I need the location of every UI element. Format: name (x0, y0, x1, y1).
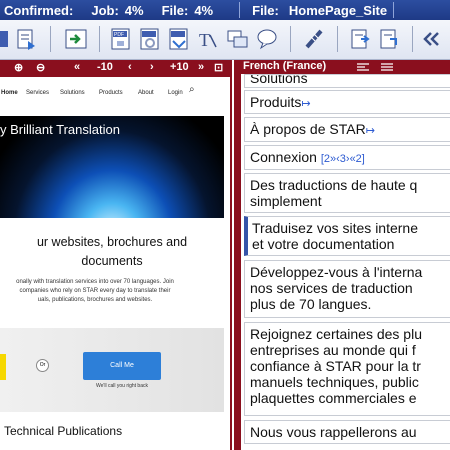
site-nav-login[interactable]: Login (168, 90, 183, 96)
segment-text: Rejoignez certaines des plu (250, 326, 422, 342)
site-nav: Home Services Solutions Products About L… (0, 84, 230, 104)
segment-text: Des traductions de haute q (250, 177, 418, 193)
segment-row-active[interactable]: Traduisez vos sites interne et votre doc… (244, 216, 450, 256)
segment-row[interactable]: Produits↦ (244, 90, 450, 114)
svg-text:PDF: PDF (114, 32, 124, 38)
svg-text:T: T (199, 30, 210, 50)
or-divider: Or (36, 359, 49, 372)
intro-line-2: companies who rely on STAR every day to … (19, 288, 171, 294)
language-bar: French (France) (235, 60, 450, 74)
file-progress: 4% (194, 2, 214, 18)
segment-text: confiance à STAR pour la tr (250, 358, 421, 374)
confirmed-label: Confirmed: (4, 2, 74, 18)
segment-text: Traduisez vos sites interne (252, 220, 418, 236)
confirm-down-icon[interactable] (377, 26, 403, 52)
pdf-preview-icon[interactable] (166, 26, 192, 52)
align-justify-icon[interactable] (381, 63, 393, 72)
text-format-icon[interactable]: T (195, 26, 221, 52)
contact-band: Or Call Me We'll call you right back (0, 328, 224, 412)
contact-button-clipped[interactable] (0, 354, 6, 380)
segment-row[interactable]: Rejoignez certaines des plu entreprises … (244, 322, 450, 416)
segment-text: Connexion (250, 149, 317, 165)
segment-tag: ↦ (301, 98, 311, 110)
segment-text: entreprises au monde qui f (250, 342, 416, 358)
align-left-icon[interactable] (357, 63, 369, 72)
zoom-out-icon[interactable]: ⊖ (36, 61, 45, 74)
status-divider (239, 2, 241, 18)
segment-text: Nous vous rappellerons au (250, 424, 417, 440)
pdf-export-icon[interactable]: PDF (108, 26, 134, 52)
section-heading: Technical Publications (4, 424, 123, 438)
site-nav-products[interactable]: Products (99, 90, 123, 96)
fit-page-icon[interactable]: ⊡ (214, 61, 223, 74)
back-10-button[interactable]: -10 (97, 61, 113, 73)
ruler-tool-icon[interactable] (302, 26, 328, 52)
toolbar: PDF T (0, 20, 450, 60)
toolbar-divider (290, 26, 291, 52)
segment-tag: ↦ (365, 125, 375, 137)
segment-text: plus de 70 langues. (250, 296, 372, 312)
segment-row[interactable]: Connexion [2»‹3›«2] (244, 145, 450, 170)
status-bar: Confirmed: Job: 4% File: 4% File: HomePa… (0, 0, 450, 20)
call-note: We'll call you right back (96, 383, 148, 389)
toolbar-divider (50, 26, 51, 52)
translation-pane: French (France) Solutions Produits↦ À pr… (234, 60, 450, 450)
first-page-button[interactable]: « (74, 61, 80, 73)
segment-text: manuels techniques, public (250, 374, 419, 390)
file-label: File: (161, 2, 189, 18)
hero-banner: y Brilliant Translation (0, 116, 224, 218)
segment-row[interactable]: Nous vous rappellerons au (244, 420, 450, 444)
pdf-refresh-icon[interactable] (137, 26, 163, 52)
segment-row[interactable]: À propos de STAR↦ (244, 117, 450, 142)
intro-line-3: uals, publications, brochures and websit… (37, 297, 153, 303)
save-doc-icon[interactable] (14, 26, 40, 52)
next-segment-icon[interactable] (63, 26, 89, 52)
prev-page-button[interactable]: ‹ (128, 61, 132, 73)
headline-line-1: ur websites, brochures and (36, 235, 188, 249)
toolbar-divider (337, 26, 338, 52)
site-nav-services[interactable]: Services (26, 90, 49, 96)
segment-text: Développez-vous à l'interna (250, 264, 423, 280)
intro-text: onally with translation services into ov… (0, 278, 190, 305)
segment-row[interactable]: Des traductions de haute q simplement (244, 173, 450, 213)
segment-row[interactable]: Développez-vous à l'interna nos services… (244, 260, 450, 318)
segment-gutter (235, 74, 241, 450)
segment-text: simplement (250, 193, 322, 209)
target-language: French (France) (243, 60, 327, 72)
call-me-button[interactable]: Call Me (83, 352, 161, 380)
zoom-in-icon[interactable]: ⊕ (14, 61, 23, 74)
forward-10-button[interactable]: +10 (170, 61, 189, 73)
job-label: Job: (91, 2, 119, 18)
segment-text: Produits (250, 94, 302, 110)
copy-text-icon[interactable] (225, 26, 251, 52)
segment-text: plaquettes commerciales e (250, 390, 417, 406)
headline-line-2: documents (81, 254, 143, 268)
file-name-label: File: (252, 2, 279, 18)
comment-icon[interactable] (254, 26, 280, 52)
confirm-next-icon[interactable] (348, 26, 374, 52)
segment-text: Solutions (250, 74, 308, 86)
segment-clipped[interactable]: Solutions (244, 74, 450, 88)
site-nav-solutions[interactable]: Solutions (60, 90, 85, 96)
next-page-button[interactable]: › (150, 61, 154, 73)
segment-text: et votre documentation (252, 236, 395, 252)
toolbar-divider (99, 26, 100, 52)
preview-pane: ⊕ ⊖ « -10 ‹ › +10 » ⊡ Home Services Solu… (0, 60, 232, 450)
site-nav-home[interactable]: Home (1, 90, 18, 96)
status-divider-end (393, 2, 395, 18)
preview-nav-bar: ⊕ ⊖ « -10 ‹ › +10 » ⊡ (0, 60, 230, 77)
job-progress: 4% (124, 2, 144, 18)
segment-text: À propos de STAR (250, 121, 366, 137)
segment-text: nos services de traduction (250, 280, 413, 296)
search-icon[interactable]: ⌕ (189, 84, 195, 95)
intro-line-1: onally with translation services into ov… (16, 279, 174, 285)
toolbar-divider (412, 26, 413, 52)
rewind-icon[interactable] (418, 26, 444, 52)
segment-tag: [2»‹3›«2] (320, 153, 365, 165)
last-page-button[interactable]: » (198, 61, 204, 73)
site-nav-about[interactable]: About (138, 90, 154, 96)
partial-icon[interactable] (0, 26, 14, 52)
file-name: HomePage_Site (288, 2, 388, 18)
hero-title: y Brilliant Translation (0, 122, 120, 137)
